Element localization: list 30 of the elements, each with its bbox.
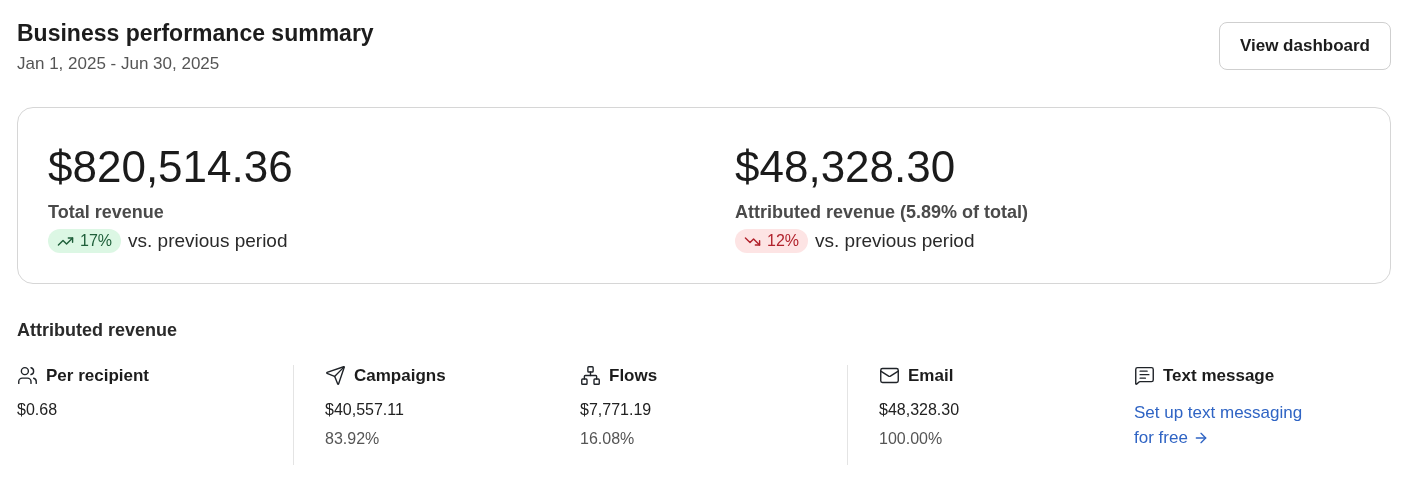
date-range: Jan 1, 2025 - Jun 30, 2025 [17,54,221,74]
channel-label: Email [908,365,954,386]
revenue-label: Attributed revenue (5.89% of total) [735,202,1030,223]
channel-label: Text message [1163,365,1275,386]
channel-revenue: $7,771.19 [580,401,653,419]
page-title: Business performance summary [17,20,374,47]
channel-revenue: $0.68 [17,401,59,419]
comparison-text: vs. previous period [128,230,288,252]
comparison-text: vs. previous period [815,230,975,252]
channel-label: Campaigns [354,365,446,386]
envelope-icon [879,365,900,386]
view-dashboard-button[interactable]: View dashboard [1218,22,1391,70]
trend-badge: 12% [735,229,809,253]
channel-revenue: $40,557.11 [325,401,405,419]
paper-plane-icon [325,365,346,386]
setup-link[interactable]: Set up text messaging for free [1134,400,1314,450]
channel-share: 100.00% [879,430,944,448]
chat-bubble-icon [1134,365,1155,386]
revenue-label: Total revenue [48,202,165,223]
channel-share: 83.92% [325,430,381,448]
revenue-value: $820,514.36 [48,142,294,192]
people-icon [17,365,38,386]
channel-label: Per recipient [46,365,149,386]
revenue-value: $48,328.30 [735,142,957,192]
channel-revenue: $48,328.30 [879,401,961,419]
channel-label: Flows [609,365,658,386]
hierarchy-icon [580,365,601,386]
channel-share: 16.08% [580,430,636,448]
section-title: Attributed revenue [17,320,179,341]
trend-badge: 17% [48,229,122,253]
